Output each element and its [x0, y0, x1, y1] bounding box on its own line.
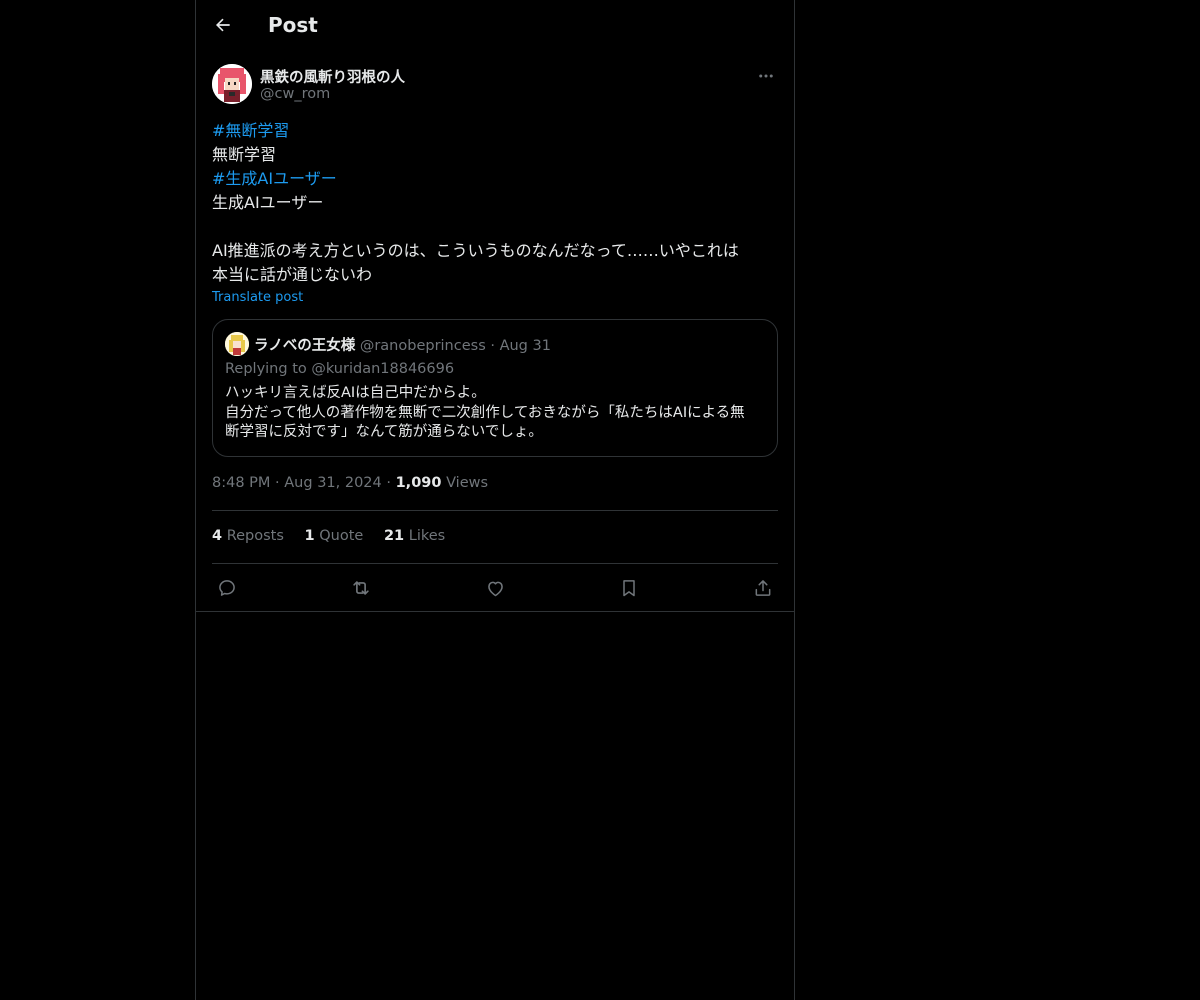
divider: [212, 510, 778, 511]
hashtag-link[interactable]: #生成AIユーザー: [212, 167, 778, 191]
translate-post-link[interactable]: Translate post: [212, 290, 303, 305]
quoted-avatar-image: [225, 332, 249, 356]
like-icon: [487, 581, 503, 596]
author-name[interactable]: 黒鉄の風斬り羽根の人: [260, 66, 405, 87]
quotes-stat[interactable]: 1 Quote: [305, 528, 364, 544]
bookmark-icon: [623, 580, 635, 597]
quotes-label: Quote: [319, 528, 364, 544]
page-title: Post: [268, 13, 318, 37]
post-time[interactable]: 8:48 PM: [212, 475, 270, 491]
views-count: 1,090: [395, 475, 442, 491]
page-header: Post: [196, 0, 794, 53]
reposts-stat[interactable]: 4 Reposts: [212, 528, 284, 544]
repost-icon: [353, 581, 369, 595]
post-text-blank-line: [212, 215, 778, 239]
quoted-post[interactable]: ラノベの王女様 @ranobeprincess · Aug 31 Replyin…: [212, 319, 778, 457]
repost-button[interactable]: [348, 575, 374, 601]
separator-dot: ·: [490, 338, 495, 354]
likes-count: 21: [383, 528, 405, 544]
quoted-text-line: 断学習に反対です」なんて筋が通らないでしょ。: [225, 424, 543, 440]
action-bar: [212, 573, 778, 603]
post-text-line: 本当に話が通じないわ: [212, 265, 373, 284]
more-options-button[interactable]: [754, 64, 778, 88]
replying-to: Replying to @kuridan18846696: [225, 361, 455, 377]
post-text: #無断学習 無断学習 #生成AIユーザー 生成AIユーザー AI推進派の考え方と…: [212, 119, 778, 287]
main-column: Post 黒鉄の風斬り羽根の人 @cw_rom #無断学習 無断学習 #生成AI…: [195, 0, 795, 1000]
more-horizontal-icon: [759, 74, 773, 78]
post-date[interactable]: Aug 31, 2024: [284, 475, 382, 491]
quoted-post-header: ラノベの王女様 @ranobeprincess · Aug 31: [254, 334, 551, 355]
author-avatar[interactable]: [212, 64, 252, 104]
separator-dot: ·: [275, 475, 280, 491]
share-icon: [755, 580, 771, 596]
quoted-text-line: ハッキリ言えば反AIは自己中だからよ。: [225, 385, 486, 401]
quoted-author-handle[interactable]: @ranobeprincess: [360, 338, 486, 354]
quoted-post-date: Aug 31: [499, 338, 551, 354]
quoted-post-text: ハッキリ言えば反AIは自己中だからよ。 自分だって他人の著作物を無断で二次創作し…: [225, 384, 770, 443]
reposts-label: Reposts: [226, 528, 284, 544]
reposts-count: 4: [212, 528, 223, 544]
avatar-image: [212, 64, 252, 104]
likes-stat[interactable]: 21 Likes: [384, 528, 445, 544]
post-stats: 4 Reposts 1 Quote 21 Likes: [212, 528, 461, 544]
views-label: Views: [446, 475, 489, 491]
arrow-left-icon: [216, 18, 230, 32]
author-handle[interactable]: @cw_rom: [260, 86, 330, 102]
quoted-author-name[interactable]: ラノベの王女様: [254, 338, 355, 354]
post-text-line: 生成AIユーザー: [212, 193, 324, 212]
back-button[interactable]: [206, 8, 240, 42]
quoted-author-avatar[interactable]: [225, 332, 249, 356]
quoted-text-line: 自分だって他人の著作物を無断で二次創作しておきながら「私たちはAIによる無: [225, 404, 745, 421]
separator-dot: ·: [386, 475, 391, 491]
quotes-count: 1: [304, 528, 315, 544]
likes-label: Likes: [408, 528, 446, 544]
share-button[interactable]: [750, 575, 776, 601]
reply-icon: [219, 580, 235, 596]
bookmark-button[interactable]: [616, 575, 642, 601]
post-meta: 8:48 PM · Aug 31, 2024 · 1,090 Views: [212, 475, 488, 491]
post-bottom-border: [196, 611, 794, 612]
post-text-line: 無断学習: [212, 145, 277, 164]
hashtag-link[interactable]: #無断学習: [212, 119, 778, 143]
like-button[interactable]: [482, 575, 508, 601]
divider: [212, 563, 778, 564]
reply-button[interactable]: [214, 575, 240, 601]
post-text-line: AI推進派の考え方というのは、こういうものなんだなって……いやこれは: [212, 241, 739, 260]
